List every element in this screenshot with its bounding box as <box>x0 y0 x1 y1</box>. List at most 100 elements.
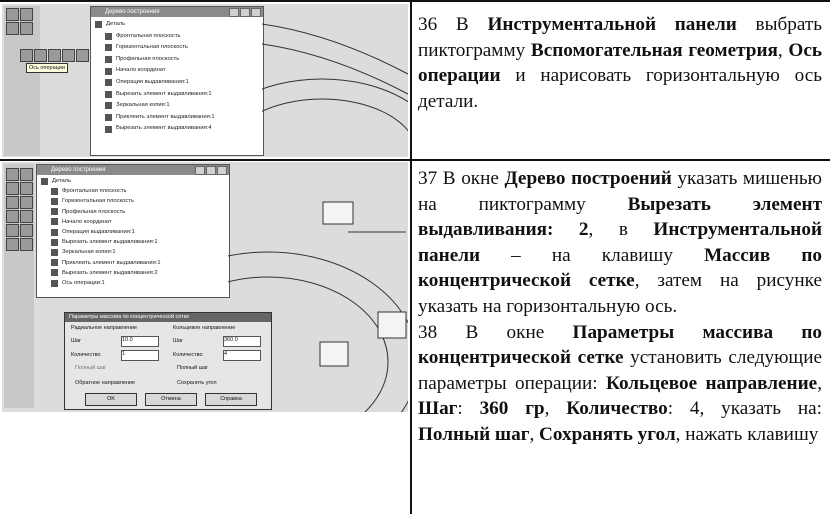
step-radial-label: Шаг <box>71 338 82 344</box>
close-button[interactable] <box>217 166 227 175</box>
maximize-button[interactable] <box>206 166 216 175</box>
minimize-button[interactable] <box>195 166 205 175</box>
concentric-array-button[interactable] <box>20 210 33 223</box>
toolbar-button[interactable] <box>48 49 61 62</box>
window-title: Дерево построения <box>91 7 263 17</box>
cut-extrusion-icon <box>51 238 58 246</box>
tree-item[interactable]: Фронтальная плоскость <box>93 31 263 43</box>
tree-item[interactable]: Приклеить элемент выдавливания:1 <box>39 258 229 268</box>
count-circular-field[interactable]: 4 <box>223 350 261 361</box>
axis-operation-button[interactable] <box>34 49 47 62</box>
toolbar-button[interactable] <box>20 168 33 181</box>
extrusion-icon <box>51 228 58 236</box>
tooltip-axis-operation: Ось операции <box>26 63 68 73</box>
extrusion-icon <box>105 79 112 87</box>
tree-item[interactable]: Приклеить элемент выдавливания:1 <box>93 112 263 124</box>
table-border-top <box>0 0 830 2</box>
full-step-radial-checkbox[interactable]: Полный шаг <box>75 365 106 371</box>
toolbar-button[interactable] <box>6 8 19 21</box>
auxiliary-geometry-button[interactable] <box>20 49 33 62</box>
tree-item[interactable]: Деталь <box>93 19 263 31</box>
tree-item[interactable]: Профильная плоскость <box>93 54 263 66</box>
tree-item[interactable]: Зеркальная копия:1 <box>93 100 263 112</box>
toolbar-button[interactable] <box>20 238 33 251</box>
toolbar-button[interactable] <box>20 224 33 237</box>
toolbar-button[interactable] <box>6 22 19 35</box>
tree-item[interactable]: Операция выдавливания:1 <box>39 227 229 237</box>
toolbar-button[interactable] <box>6 238 19 251</box>
radial-group-label: Радиальное направление <box>71 325 138 331</box>
mirror-icon <box>105 102 112 110</box>
circular-group-label: Кольцевое направление <box>173 325 236 331</box>
build-tree-window: Дерево построения Деталь Фронтальная пло… <box>90 6 264 156</box>
count-radial-field[interactable]: 1 <box>121 350 159 361</box>
ok-button[interactable]: OK <box>85 393 137 406</box>
toolbar-button[interactable] <box>6 224 19 237</box>
step-circular-field[interactable]: 360.0 <box>223 336 261 347</box>
toolbar-button[interactable] <box>62 49 75 62</box>
tree-item[interactable]: Деталь <box>39 176 229 186</box>
build-tree-window: Дерево построения Деталь Фронтальная пло… <box>36 164 230 298</box>
axis-icon <box>51 279 58 287</box>
build-tree: Деталь Фронтальная плоскость Горизонталь… <box>37 175 229 288</box>
toolbar-button[interactable] <box>20 8 33 21</box>
full-step-checkbox[interactable]: Полный шаг <box>177 365 208 371</box>
toolbar-button[interactable] <box>20 196 33 209</box>
screenshot-tree-axis: Ось операции Дерево построения Деталь Фр… <box>2 4 408 157</box>
tree-item[interactable]: Вырезать элемент выдавливания:2 <box>39 268 229 278</box>
help-button[interactable]: Справка <box>205 393 257 406</box>
origin-icon <box>51 218 58 226</box>
table-row-divider <box>0 159 830 161</box>
reverse-direction-checkbox[interactable]: Обратное направление <box>75 380 135 386</box>
cut-extrusion-icon <box>51 269 58 277</box>
tree-item[interactable]: Вырезать элемент выдавливания:1 <box>93 89 263 101</box>
mirror-icon <box>51 249 58 257</box>
toolbar-button[interactable] <box>76 49 89 62</box>
tree-item[interactable]: Вырезать элемент выдавливания:4 <box>93 123 263 135</box>
tool-panel <box>4 6 40 156</box>
close-button[interactable] <box>251 8 261 17</box>
tree-item[interactable]: Вырезать элемент выдавливания:1 <box>39 237 229 247</box>
step-36-text: 36 В Инструментальной панели выбрать пик… <box>418 14 822 112</box>
tree-item[interactable]: Горизонтальная плоскость <box>39 196 229 206</box>
build-tree: Деталь Фронтальная плоскость Горизонталь… <box>91 17 263 135</box>
toolbar-button[interactable] <box>6 182 19 195</box>
step-circular-label: Шаг <box>173 338 184 344</box>
tree-item[interactable]: Профильная плоскость <box>39 207 229 217</box>
tool-panel <box>4 164 34 408</box>
table-column-divider <box>410 0 412 514</box>
tree-item[interactable]: Зеркальная копия:1 <box>39 247 229 257</box>
origin-icon <box>105 67 112 75</box>
plane-icon <box>51 198 58 205</box>
maximize-button[interactable] <box>240 8 250 17</box>
boss-extrusion-icon <box>105 114 112 122</box>
tree-item[interactable]: Операция выдавливания:1 <box>93 77 263 89</box>
instruction-table: Ось операции Дерево построения Деталь Фр… <box>0 0 830 514</box>
plane-icon <box>105 44 112 52</box>
part-model <box>262 23 408 132</box>
tree-item[interactable]: Ось операции:1 <box>39 278 229 288</box>
toolbar-button[interactable] <box>6 210 19 223</box>
count-radial-label: Количество <box>71 352 101 358</box>
window-title: Дерево построения <box>37 165 229 175</box>
plane-icon <box>105 32 112 40</box>
boss-extrusion-icon <box>51 259 58 267</box>
toolbar-button[interactable] <box>6 196 19 209</box>
part-icon <box>41 177 48 185</box>
concentric-array-dialog: Параметры массива по концентрической сет… <box>64 312 272 410</box>
plane-icon <box>51 208 58 216</box>
toolbar-button[interactable] <box>20 182 33 195</box>
plane-icon <box>105 56 112 64</box>
minimize-button[interactable] <box>229 8 239 17</box>
step-37-38-text: 37 В окне Дерево построений указать мише… <box>418 168 823 445</box>
tree-item[interactable]: Начало координат <box>93 65 263 77</box>
tree-item[interactable]: Начало координат <box>39 217 229 227</box>
cut-extrusion-icon <box>105 90 112 98</box>
toolbar-button[interactable] <box>6 168 19 181</box>
tree-item[interactable]: Фронтальная плоскость <box>39 186 229 196</box>
cancel-button[interactable]: Отмена <box>145 393 197 406</box>
toolbar-button[interactable] <box>20 22 33 35</box>
tree-item[interactable]: Горизонтальная плоскость <box>93 42 263 54</box>
step-radial-field[interactable]: 10.0 <box>121 336 159 347</box>
keep-angle-checkbox[interactable]: Сохранять угол <box>177 380 217 386</box>
